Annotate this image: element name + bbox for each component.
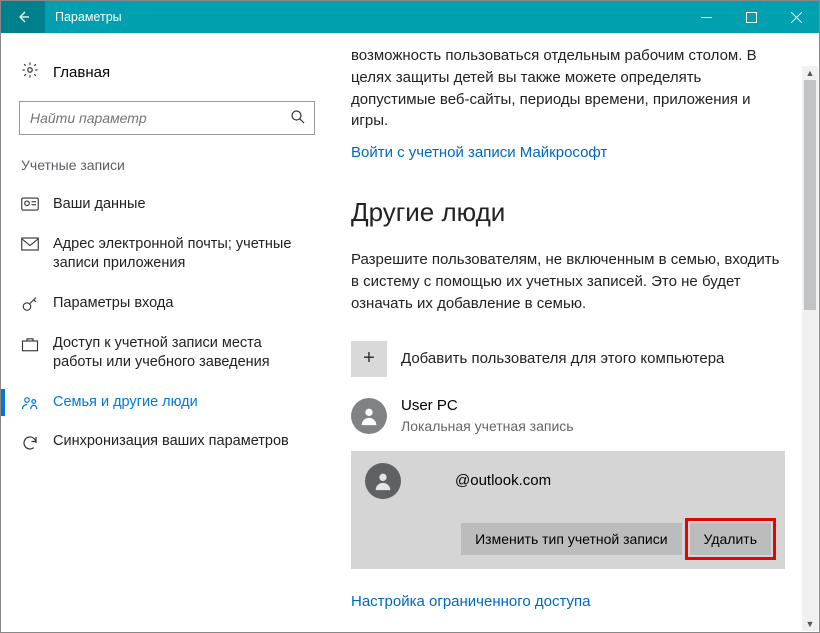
sidebar-item-label: Адрес электронной почты; учетные записи … [53, 235, 313, 274]
account-row-userpc[interactable]: User PC Локальная учетная запись [351, 395, 785, 437]
window-controls [684, 1, 819, 33]
sidebar: Главная Учетные записи Ваши данные Адрес… [1, 33, 333, 632]
close-icon [791, 12, 802, 23]
maximize-button[interactable] [729, 1, 774, 33]
maximize-icon [746, 12, 757, 23]
scrollbar[interactable]: ▲ ▼ [802, 66, 818, 631]
scroll-up-icon: ▲ [802, 66, 818, 80]
people-icon [21, 393, 39, 411]
id-card-icon [21, 195, 39, 211]
back-button[interactable] [1, 1, 45, 33]
home-label: Главная [53, 64, 110, 81]
window-body: Главная Учетные записи Ваши данные Адрес… [1, 33, 819, 632]
account-row-outlook-selected[interactable]: @outlook.com Изменить тип учетной записи… [351, 451, 785, 569]
gear-icon [21, 61, 39, 83]
signin-microsoft-link[interactable]: Войти с учетной записи Майкрософт [351, 142, 785, 164]
key-icon [21, 294, 39, 314]
titlebar: Параметры [1, 1, 819, 33]
other-people-heading: Другие люди [351, 194, 785, 232]
search-container [19, 101, 315, 135]
sidebar-item-sync[interactable]: Синхронизация ваших параметров [1, 422, 333, 462]
sidebar-item-label: Доступ к учетной записи места работы или… [53, 334, 313, 373]
sidebar-item-label: Семья и другие люди [53, 393, 198, 413]
search-input[interactable] [19, 101, 315, 135]
arrow-left-icon [15, 9, 31, 25]
sidebar-item-label: Ваши данные [53, 195, 146, 215]
sidebar-item-label: Параметры входа [53, 294, 173, 314]
other-people-description: Разрешите пользователям, не включенным в… [351, 249, 785, 314]
sidebar-item-email-accounts[interactable]: Адрес электронной почты; учетные записи … [1, 225, 333, 284]
scroll-down-icon: ▼ [802, 617, 818, 631]
settings-window: Параметры Главная Уче [0, 0, 820, 633]
minimize-button[interactable] [684, 1, 729, 33]
search-icon [289, 108, 307, 131]
window-title: Параметры [45, 10, 684, 24]
add-user-label: Добавить пользователя для этого компьюте… [401, 348, 724, 370]
restricted-access-link[interactable]: Настройка ограниченного доступа [351, 591, 785, 613]
account-name: User PC [401, 395, 574, 417]
plus-icon: + [351, 341, 387, 377]
home-link[interactable]: Главная [1, 53, 333, 101]
scrollbar-thumb[interactable] [804, 80, 816, 310]
content-pane: возможность пользоваться отдельным рабоч… [333, 33, 819, 632]
account-actions: Изменить тип учетной записи Удалить [365, 523, 771, 555]
account-name: @outlook.com [415, 470, 551, 492]
sidebar-item-signin-options[interactable]: Параметры входа [1, 284, 333, 324]
add-user-button[interactable]: + Добавить пользователя для этого компью… [351, 341, 785, 377]
sidebar-item-work-access[interactable]: Доступ к учетной записи места работы или… [1, 324, 333, 383]
sidebar-item-your-info[interactable]: Ваши данные [1, 185, 333, 225]
section-header: Учетные записи [1, 153, 333, 185]
avatar-icon [365, 463, 401, 499]
sidebar-item-label: Синхронизация ваших параметров [53, 432, 289, 452]
delete-account-button[interactable]: Удалить [690, 523, 771, 555]
sidebar-item-family[interactable]: Семья и другие люди [1, 383, 333, 423]
mail-icon [21, 235, 39, 251]
account-type: Локальная учетная запись [401, 416, 574, 436]
avatar-icon [351, 398, 387, 434]
family-description: возможность пользоваться отдельным рабоч… [351, 45, 785, 132]
minimize-icon [701, 12, 712, 23]
close-button[interactable] [774, 1, 819, 33]
briefcase-icon [21, 334, 39, 352]
sync-icon [21, 432, 39, 452]
change-account-type-button[interactable]: Изменить тип учетной записи [461, 523, 681, 555]
